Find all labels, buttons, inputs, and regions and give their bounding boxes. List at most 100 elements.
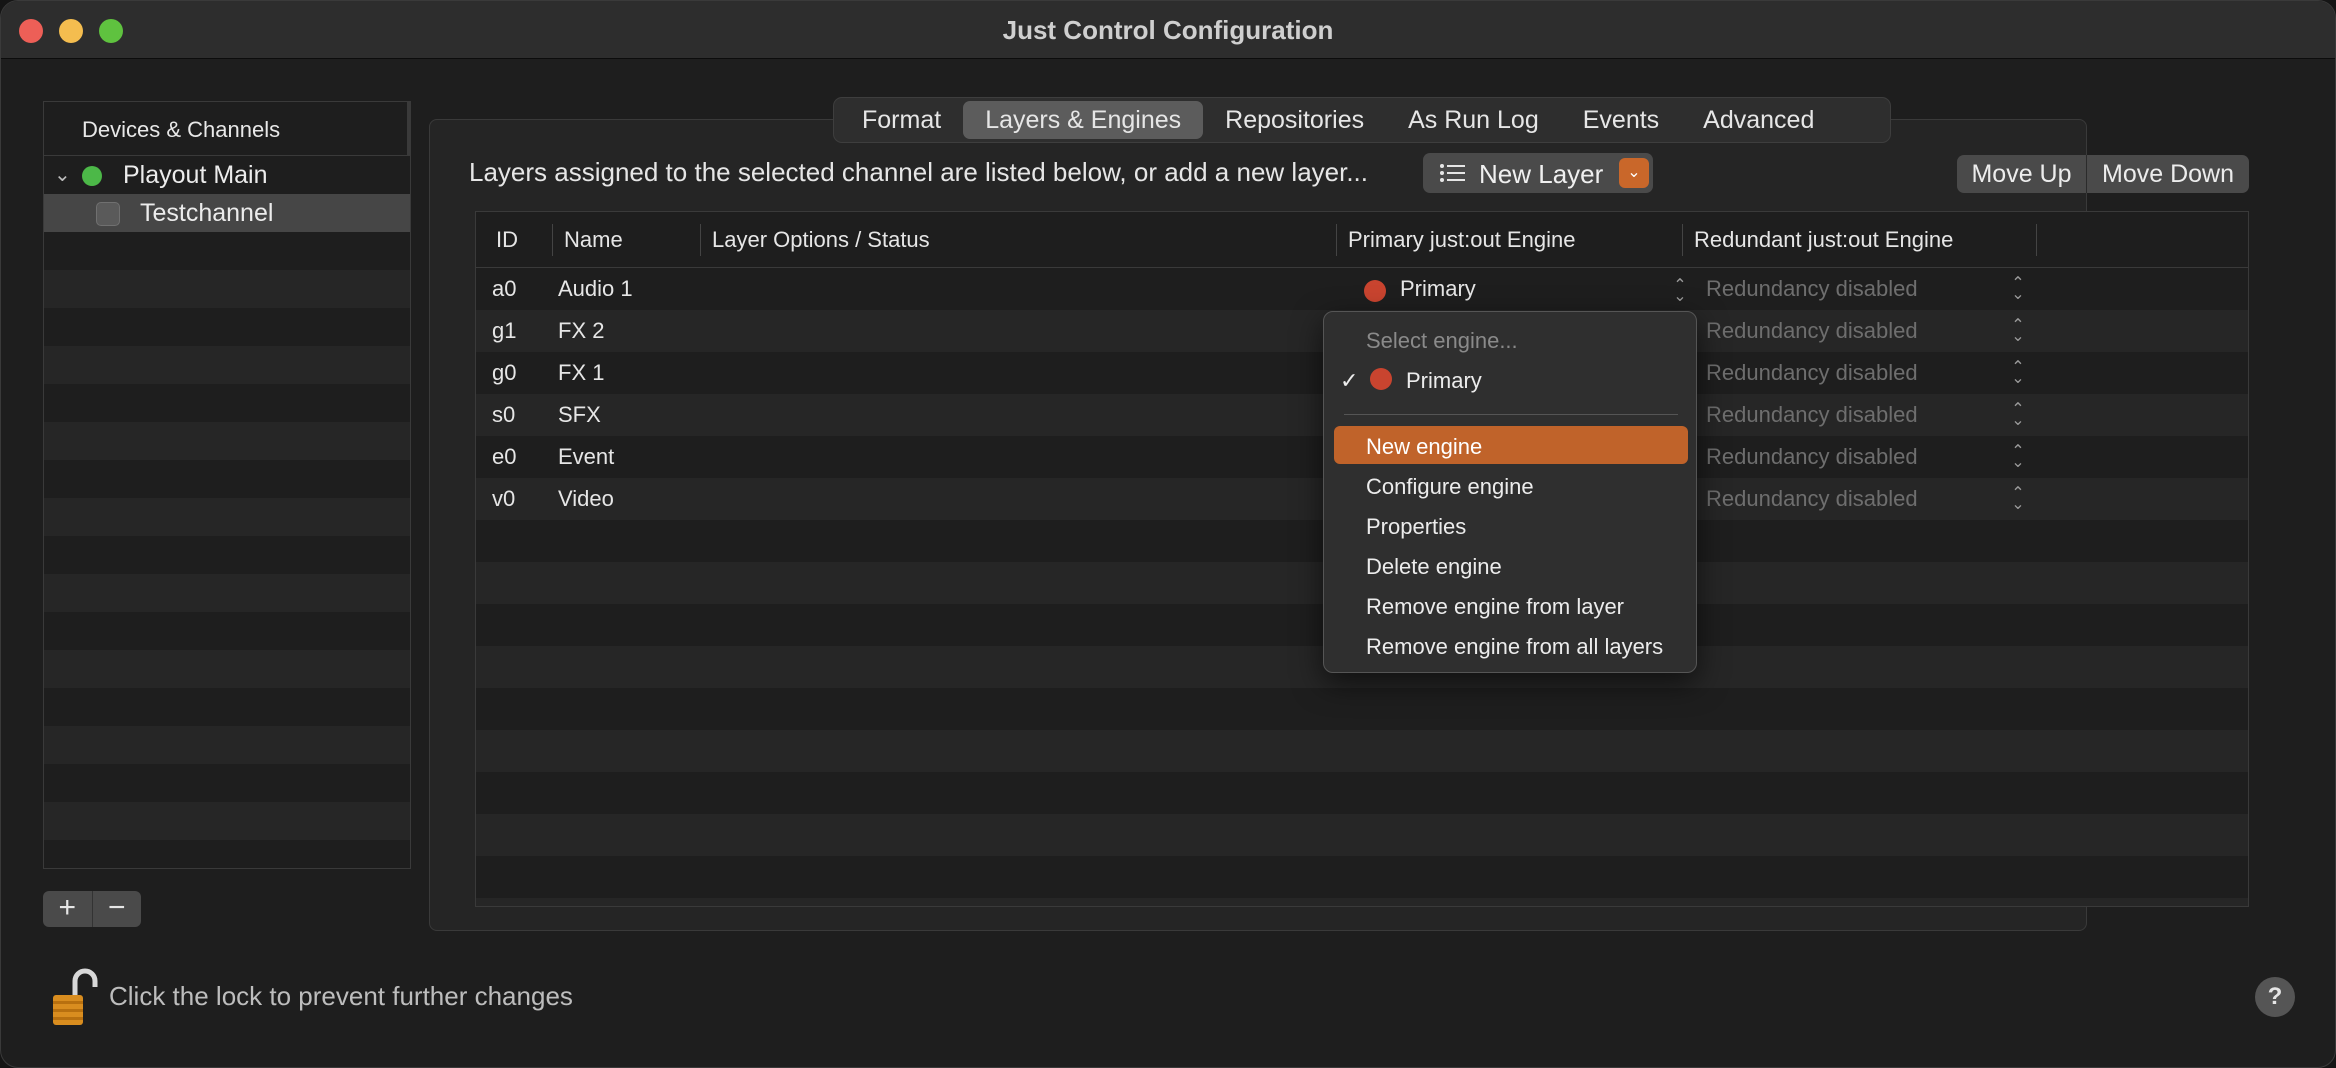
menu-item-configure-engine[interactable]: Configure engine	[1334, 466, 1688, 504]
redundant-engine-value: Redundancy disabled	[1706, 360, 1918, 385]
move-up-button[interactable]: Move Up	[1957, 155, 2087, 193]
layers-info-text: Layers assigned to the selected channel …	[469, 157, 1369, 187]
engine-status-icon	[1370, 368, 1392, 390]
layer-id: a0	[492, 276, 517, 301]
chevron-down-icon[interactable]: ⌄	[1619, 158, 1649, 188]
list-icon	[1440, 164, 1465, 182]
up-down-arrows-icon: ⌃ ⌄	[2011, 485, 2025, 513]
menu-item-label: Configure engine	[1366, 474, 1534, 499]
menu-item-label: New engine	[1366, 434, 1483, 459]
menu-item-label: Select engine...	[1366, 328, 1518, 353]
add-channel-button[interactable]: +	[43, 891, 93, 927]
menu-item-label: Delete engine	[1366, 554, 1502, 579]
sidebar-header: Devices & Channels	[44, 102, 410, 156]
chevron-down-icon[interactable]: ⌄	[54, 162, 71, 187]
column-header-id[interactable]: ID	[496, 227, 518, 253]
menu-item-remove-from-layer[interactable]: Remove engine from layer	[1334, 586, 1688, 624]
primary-engine-value: Primary	[1400, 276, 1476, 301]
add-remove-control: + −	[43, 891, 141, 927]
channel-checkbox[interactable]	[96, 202, 120, 226]
redundant-engine-select[interactable]: Redundancy disabled ⌃ ⌄	[1706, 359, 2026, 387]
redundant-engine-select[interactable]: Redundancy disabled ⌃ ⌄	[1706, 275, 2026, 303]
menu-item-primary[interactable]: ✓ Primary	[1334, 360, 1688, 398]
tab-advanced[interactable]: Advanced	[1681, 101, 1836, 139]
table-header: ID Name Layer Options / Status Primary j…	[476, 212, 2248, 268]
column-divider[interactable]	[700, 224, 701, 256]
table-row[interactable]: a0 Audio 1 Primary ⌃ ⌄ Redundancy disable…	[476, 268, 2248, 310]
title-bar: Just Control Configuration	[1, 1, 2335, 59]
column-header-primary-engine[interactable]: Primary just:out Engine	[1348, 227, 1575, 253]
sidebar-item-label: Playout Main	[123, 161, 268, 189]
column-header-name[interactable]: Name	[564, 227, 623, 253]
tab-bar: Format Layers & Engines Repositories As …	[833, 97, 1891, 143]
layer-id: v0	[492, 486, 516, 511]
layer-name: Video	[558, 486, 614, 511]
tab-layers-engines[interactable]: Layers & Engines	[963, 101, 1204, 139]
menu-item-properties[interactable]: Properties	[1334, 506, 1688, 544]
sidebar-item-label: Testchannel	[140, 199, 274, 227]
engine-dropdown-menu: Select engine... ✓ Primary New engine Co…	[1323, 311, 1697, 673]
sidebar-header-label: Devices & Channels	[82, 117, 281, 142]
configuration-window: Just Control Configuration Devices & Cha…	[0, 0, 2336, 1068]
layer-name: FX 2	[558, 318, 605, 343]
window-title: Just Control Configuration	[1002, 15, 1334, 45]
redundant-engine-value: Redundancy disabled	[1706, 402, 1918, 427]
layer-id: s0	[492, 402, 516, 427]
up-down-arrows-icon: ⌃ ⌄	[2011, 401, 2025, 429]
layer-name: SFX	[558, 402, 601, 427]
layer-name: FX 1	[558, 360, 605, 385]
up-down-arrows-icon: ⌃ ⌄	[2011, 359, 2025, 387]
menu-item-placeholder: Select engine...	[1334, 320, 1688, 358]
menu-item-remove-from-all-layers[interactable]: Remove engine from all layers	[1334, 626, 1688, 664]
menu-item-delete-engine[interactable]: Delete engine	[1334, 546, 1688, 584]
primary-engine-select[interactable]: Primary ⌃ ⌄	[1364, 272, 1688, 306]
up-down-arrows-icon: ⌃ ⌄	[2011, 317, 2025, 345]
layer-id: g0	[492, 360, 517, 385]
tab-as-run-log[interactable]: As Run Log	[1386, 101, 1561, 139]
redundant-engine-value: Redundancy disabled	[1706, 276, 1918, 301]
lock-status-text: Click the lock to prevent further change…	[109, 981, 573, 1011]
redundant-engine-select[interactable]: Redundancy disabled ⌃ ⌄	[1706, 317, 2026, 345]
column-divider[interactable]	[1336, 224, 1337, 256]
redundant-engine-value: Redundancy disabled	[1706, 444, 1918, 469]
menu-item-label: Remove engine from all layers	[1366, 634, 1664, 659]
menu-separator	[1344, 414, 1678, 415]
unlocked-padlock-icon[interactable]	[51, 965, 99, 1027]
move-down-button[interactable]: Move Down	[2087, 155, 2249, 193]
layer-id: g1	[492, 318, 517, 343]
new-layer-button[interactable]: New Layer ⌄	[1423, 153, 1653, 193]
status-dot-icon	[82, 166, 102, 186]
redundant-engine-select[interactable]: Redundancy disabled ⌃ ⌄	[1706, 485, 2026, 513]
checkmark-icon: ✓	[1340, 368, 1359, 393]
column-header-layer-options[interactable]: Layer Options / Status	[712, 227, 930, 253]
sidebar-item-playout-main[interactable]: ⌄ Playout Main	[44, 156, 410, 194]
move-control: Move Up Move Down	[1957, 155, 2249, 193]
column-divider[interactable]	[1682, 224, 1683, 256]
up-down-arrows-icon: ⌃ ⌄	[1673, 277, 1687, 305]
menu-item-label: Properties	[1366, 514, 1467, 539]
column-divider[interactable]	[552, 224, 553, 256]
remove-channel-button[interactable]: −	[93, 891, 142, 927]
new-layer-label: New Layer	[1479, 159, 1604, 189]
sidebar-rows: ⌄ Playout Main Testchannel	[44, 156, 410, 868]
menu-item-new-engine[interactable]: New engine	[1334, 426, 1688, 464]
layer-name: Audio 1	[558, 276, 633, 301]
tab-format[interactable]: Format	[840, 101, 963, 139]
devices-channels-list: Devices & Channels ⌄ Playout Main Testch…	[43, 101, 411, 869]
sidebar-item-testchannel[interactable]: Testchannel	[44, 194, 410, 232]
column-divider[interactable]	[2036, 224, 2037, 256]
tab-events[interactable]: Events	[1561, 101, 1681, 139]
layer-name: Event	[558, 444, 615, 469]
redundant-engine-select[interactable]: Redundancy disabled ⌃ ⌄	[1706, 444, 2026, 471]
help-button[interactable]: ?	[2255, 977, 2295, 1017]
engine-status-icon	[1364, 280, 1386, 302]
menu-item-label: Remove engine from layer	[1366, 594, 1625, 619]
redundant-engine-select[interactable]: Redundancy disabled ⌃ ⌄	[1706, 401, 2026, 429]
menu-item-label: Primary	[1406, 368, 1482, 393]
up-down-arrows-icon: ⌃ ⌄	[2011, 275, 2025, 303]
tab-repositories[interactable]: Repositories	[1203, 101, 1386, 139]
column-header-redundant-engine[interactable]: Redundant just:out Engine	[1694, 227, 1953, 253]
redundant-engine-value: Redundancy disabled	[1706, 318, 1918, 343]
redundant-engine-value: Redundancy disabled	[1706, 486, 1918, 511]
layer-id: e0	[492, 444, 517, 469]
